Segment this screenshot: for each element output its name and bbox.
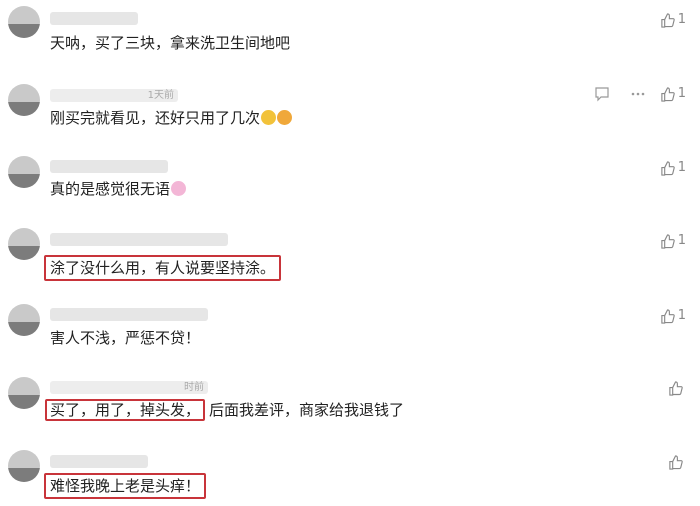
username[interactable]: 1天前 [50,89,178,102]
more-icon [631,92,645,96]
thumbs-up-icon [661,160,675,176]
avatar[interactable] [8,228,40,260]
like-button[interactable]: 1 [660,160,686,176]
comment-text: 买了，用了，掉头发， 后面我差评，商家给我退钱了 [45,399,405,421]
like-button[interactable] [668,455,686,470]
laughing-emoji [261,110,277,125]
comment-text: 刚买完就看见，还好只用了几次 [50,107,293,129]
comment-text-highlighted: 难怪我晚上老是头痒！ [44,473,207,499]
like-count: 1 [677,12,686,27]
avatar[interactable] [8,6,40,38]
thumbs-up-icon [661,86,675,102]
comment-text-rest: 后面我差评，商家给我退钱了 [209,401,405,419]
thumbs-up-icon [661,233,675,249]
username[interactable]: 时前 [50,381,208,394]
avatar[interactable] [8,84,40,116]
like-count: 1 [677,86,686,101]
avatar[interactable] [8,450,40,482]
avatar[interactable] [8,304,40,336]
comment-text: 真的是感觉很无语 [50,178,187,200]
username[interactable] [50,160,168,173]
like-button[interactable]: 1 [660,86,686,102]
like-button[interactable]: 1 [660,12,686,28]
thumbs-up-icon [669,381,683,396]
reply-button[interactable] [594,86,610,107]
avatar[interactable] [8,156,40,188]
comment-icon [595,87,609,102]
like-button[interactable]: 1 [660,308,686,324]
thumbs-up-icon [669,455,683,470]
username[interactable] [50,455,148,468]
avatar[interactable] [8,377,40,409]
like-count: 1 [677,233,686,248]
comment-time: 1天前 [147,90,174,101]
comment-time: 时前 [184,382,204,393]
comment-text: 害人不浅，严惩不贷！ [50,329,201,347]
thumbs-up-icon [661,12,675,28]
more-button[interactable] [630,86,646,107]
pig-emoji [171,181,187,196]
like-count: 1 [677,308,686,323]
like-button[interactable] [668,381,686,396]
comment-text: 天呐，买了三块，拿来洗卫生间地吧 [50,34,291,52]
facepalm-emoji [277,110,293,125]
username[interactable] [50,308,208,321]
comment-text-highlighted: 涂了没什么用，有人说要坚持涂。 [44,255,282,281]
like-count: 1 [677,160,686,175]
thumbs-up-icon [661,308,675,324]
username[interactable] [50,233,228,246]
like-button[interactable]: 1 [660,233,686,249]
username[interactable] [50,12,138,25]
comment-text-highlighted: 买了，用了，掉头发， [45,399,206,421]
